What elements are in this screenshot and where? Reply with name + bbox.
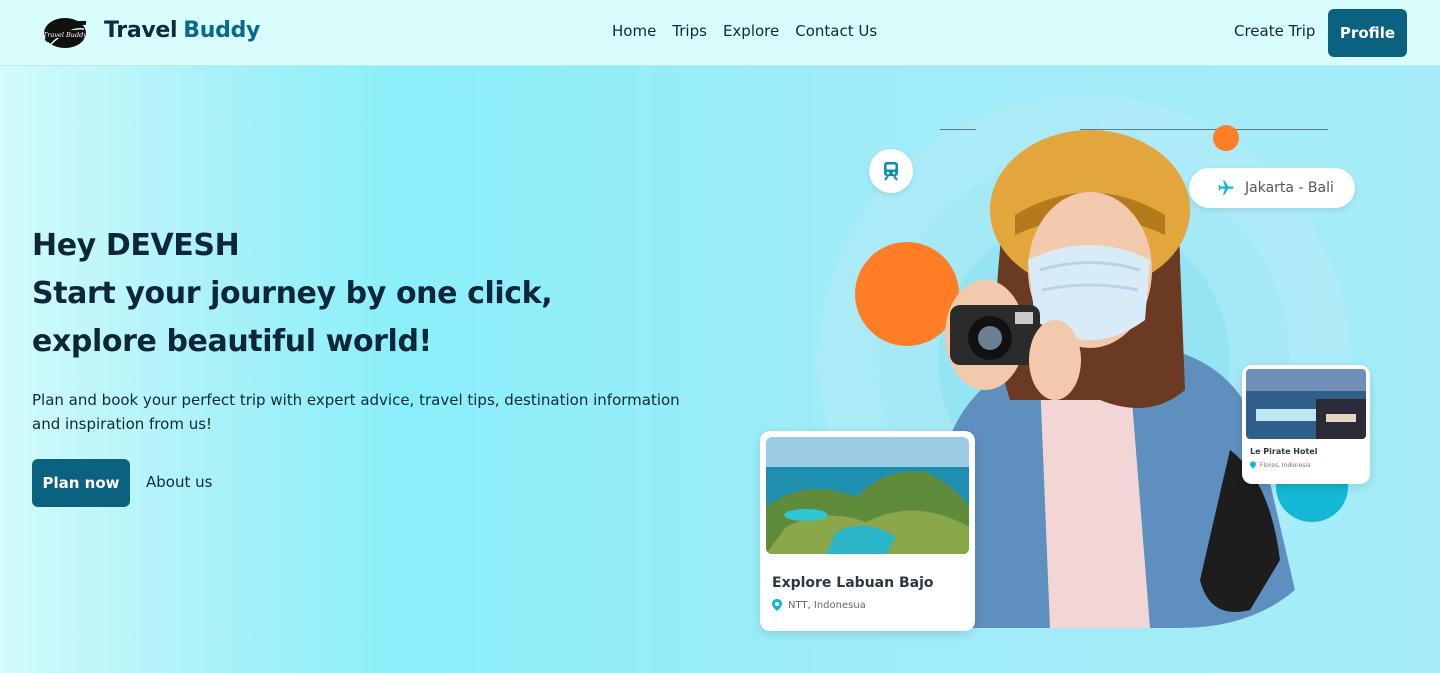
- nav-links: Home Trips Explore Contact Us: [612, 22, 877, 40]
- location-pin-icon: [1250, 461, 1256, 469]
- location-pin-icon: [772, 599, 782, 611]
- labuan-bajo-image: [766, 437, 969, 554]
- route-badge: Jakarta - Bali: [1189, 168, 1355, 208]
- hotel-location: Flores, Indonesia: [1250, 461, 1311, 469]
- hotel-image: [1246, 369, 1366, 439]
- hero-greeting: Hey DEVESH: [32, 228, 240, 263]
- hero-headline-line3: explore beautiful world!: [32, 324, 432, 359]
- hotel-location-text: Flores, Indonesia: [1260, 461, 1311, 469]
- brand-part1: Travel: [104, 18, 178, 43]
- nav-contact-us[interactable]: Contact Us: [795, 22, 877, 40]
- create-trip-link[interactable]: Create Trip: [1234, 22, 1315, 40]
- card-location: NTT, Indonesua: [772, 599, 866, 611]
- svg-text:Travel Buddy: Travel Buddy: [43, 31, 87, 39]
- navbar: Travel Buddy Travel Buddy Home Trips Exp…: [0, 0, 1440, 66]
- card-location-text: NTT, Indonesua: [788, 599, 866, 611]
- train-badge: [869, 149, 913, 193]
- about-us-link[interactable]: About us: [146, 473, 212, 491]
- hero-headline: Hey DEVESH Start your journey by one cli…: [32, 222, 732, 366]
- destination-card-labuan-bajo[interactable]: Explore Labuan Bajo NTT, Indonesua: [760, 431, 975, 631]
- card-title: Explore Labuan Bajo: [772, 575, 934, 591]
- profile-button[interactable]: Profile: [1328, 9, 1407, 57]
- hotel-title: Le Pirate Hotel: [1250, 447, 1318, 456]
- nav-explore[interactable]: Explore: [723, 22, 779, 40]
- airplane-icon: [1218, 180, 1234, 195]
- nav-home[interactable]: Home: [612, 22, 656, 40]
- hero-headline-line2: Start your journey by one click,: [32, 276, 553, 311]
- brand-part2: Buddy: [183, 18, 261, 43]
- brand-name[interactable]: Travel Buddy: [104, 18, 260, 43]
- hero-illustration: Jakarta - Bali Explore Labuan Bajo NTT, …: [740, 80, 1420, 673]
- plan-now-button[interactable]: Plan now: [32, 459, 130, 507]
- nav-trips[interactable]: Trips: [672, 22, 707, 40]
- hotel-card-le-pirate[interactable]: Le Pirate Hotel Flores, Indonesia: [1242, 365, 1370, 484]
- route-label: Jakarta - Bali: [1245, 180, 1334, 196]
- travel-buddy-logo-icon[interactable]: Travel Buddy: [40, 13, 90, 53]
- hero-description: Plan and book your perfect trip with exp…: [32, 391, 680, 433]
- train-icon: [884, 162, 898, 181]
